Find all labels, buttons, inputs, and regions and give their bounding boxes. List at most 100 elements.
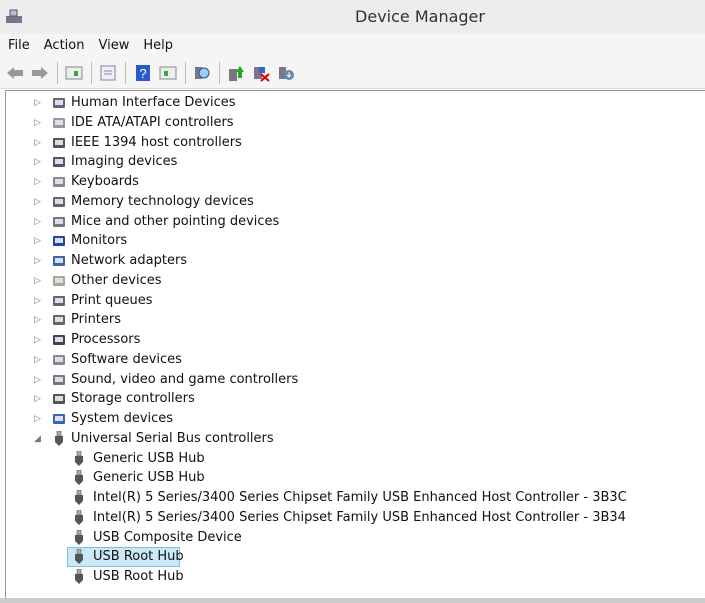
usb-device-item[interactable]: Intel(R) 5 Series/3400 Series Chipset Fa… <box>6 488 696 508</box>
uninstall-icon[interactable] <box>252 64 270 82</box>
tree-category[interactable]: ▷ Other devices <box>6 271 696 291</box>
usb-device-item[interactable]: Generic USB Hub <box>6 449 696 469</box>
expand-arrow-icon[interactable]: ▷ <box>34 138 44 148</box>
tree-category-label: Processors <box>71 332 141 347</box>
tree-category[interactable]: ▷ Keyboards <box>6 172 696 192</box>
svg-text:?: ? <box>139 66 146 81</box>
memory-icon <box>51 194 67 210</box>
firewire-icon <box>51 135 67 151</box>
ide-icon <box>51 115 67 131</box>
usb-device-label: USB Root Hub <box>93 549 184 565</box>
system-icon <box>51 411 67 427</box>
expand-arrow-icon[interactable]: ▷ <box>34 217 44 227</box>
toolbar: ? <box>0 58 705 89</box>
tree-category-label: Memory technology devices <box>71 193 254 209</box>
tree-category[interactable]: ▷ Software devices <box>6 350 696 370</box>
usb-device-item[interactable]: Intel(R) 5 Series/3400 Series Chipset Fa… <box>6 508 696 528</box>
menu-action[interactable]: Action <box>38 34 91 58</box>
usb-device-label: Intel(R) 5 Series/3400 Series Chipset Fa… <box>93 490 627 505</box>
usb-device-label: Generic USB Hub <box>93 470 205 486</box>
expand-arrow-icon[interactable]: ▷ <box>34 355 44 365</box>
show-hide-console-tree-icon[interactable] <box>65 64 83 82</box>
expand-arrow-icon[interactable]: ▷ <box>34 414 44 424</box>
tree-category-label: Network adapters <box>71 253 188 268</box>
tree-category[interactable]: ◢ Universal Serial Bus controllers <box>6 429 696 449</box>
expand-arrow-icon[interactable]: ▷ <box>34 157 44 167</box>
expand-arrow-icon[interactable]: ▷ <box>34 236 44 246</box>
update-driver-icon[interactable] <box>227 64 245 82</box>
scan-hardware-icon[interactable] <box>193 64 211 82</box>
tree-category-label: Mice and other pointing devices <box>71 213 280 229</box>
tree-category[interactable]: ▷ IDE ATA/ATAPI controllers <box>6 113 696 133</box>
expand-arrow-icon[interactable]: ▷ <box>34 296 44 306</box>
expand-arrow-icon[interactable]: ▷ <box>34 375 44 385</box>
tree-category[interactable]: ▷ Sound, video and game controllers <box>6 370 696 390</box>
tree-category-label: IDE ATA/ATAPI controllers <box>71 114 234 130</box>
speaker-icon <box>51 372 67 388</box>
usb-icon <box>71 548 87 565</box>
expand-arrow-icon[interactable]: ▷ <box>34 276 44 286</box>
tree-category[interactable]: ▷ Printers <box>6 310 696 330</box>
tree-category-label: Human Interface Devices <box>71 95 236 110</box>
tree-category[interactable]: ▷ IEEE 1394 host controllers <box>6 133 696 153</box>
status-bar <box>0 598 705 603</box>
expand-arrow-icon[interactable]: ▷ <box>34 256 44 266</box>
help-icon[interactable]: ? <box>134 64 152 82</box>
usb-icon <box>71 568 87 585</box>
usb-device-item[interactable]: USB Composite Device <box>6 528 696 548</box>
tree-category[interactable]: ▷ Mice and other pointing devices <box>6 212 696 232</box>
collapse-arrow-icon[interactable]: ◢ <box>34 434 44 444</box>
forward-icon[interactable] <box>31 64 49 82</box>
tree-category-label: Keyboards <box>71 174 139 189</box>
mouse-icon <box>51 214 67 230</box>
tree-category[interactable]: ▷ Imaging devices <box>6 152 696 172</box>
menu-view[interactable]: View <box>92 34 135 58</box>
usb-icon <box>71 450 87 467</box>
expand-arrow-icon[interactable]: ▷ <box>34 118 44 128</box>
properties-icon[interactable] <box>99 64 117 82</box>
tree-category[interactable]: ▷ Storage controllers <box>6 389 696 409</box>
tree-category-label: Universal Serial Bus controllers <box>71 430 274 446</box>
usb-device-item[interactable]: Generic USB Hub <box>6 468 696 488</box>
tree-category-label: System devices <box>71 411 174 426</box>
expand-arrow-icon[interactable]: ▷ <box>34 177 44 187</box>
disable-icon[interactable] <box>277 64 295 82</box>
camera-icon <box>51 154 67 170</box>
tree-category[interactable]: ▷ Human Interface Devices <box>6 93 696 113</box>
expand-arrow-icon[interactable]: ▷ <box>34 98 44 108</box>
expand-arrow-icon[interactable]: ▷ <box>34 335 44 345</box>
network-icon <box>51 253 67 269</box>
tree-category[interactable]: ▷ System devices <box>6 409 696 429</box>
usb-device-item[interactable]: USB Root Hub <box>6 547 696 568</box>
expand-arrow-icon[interactable]: ▷ <box>34 394 44 404</box>
expand-arrow-icon[interactable]: ▷ <box>34 315 44 325</box>
tree-category[interactable]: ▷ Memory technology devices <box>6 192 696 212</box>
title-bar: Device Manager <box>0 0 705 34</box>
show-action-pane-icon[interactable] <box>159 64 177 82</box>
monitor-icon <box>51 233 67 249</box>
usb-icon <box>71 469 87 486</box>
expand-arrow-icon[interactable]: ▷ <box>34 197 44 207</box>
device-tree[interactable]: ▷ Human Interface Devices ▷ IDE ATA/ATAPI c… <box>5 90 705 599</box>
tree-category[interactable]: ▷ Print queues <box>6 291 696 311</box>
usb-device-label: Generic USB Hub <box>93 450 205 466</box>
menu-file[interactable]: File <box>2 34 36 58</box>
back-icon[interactable] <box>6 64 24 82</box>
usb-device-label: USB Composite Device <box>93 529 242 545</box>
printer-icon <box>51 312 67 328</box>
processor-icon <box>51 332 67 348</box>
tree-category[interactable]: ▷ Processors <box>6 330 696 350</box>
window-title: Device Manager <box>355 7 485 26</box>
tree-category[interactable]: ▷ Monitors <box>6 231 696 251</box>
tree-category-label: Software devices <box>71 351 182 367</box>
tree-category-label: Storage controllers <box>71 391 195 407</box>
usb-device-item[interactable]: USB Root Hub <box>6 567 696 587</box>
printer-icon <box>51 293 67 309</box>
tree-category[interactable]: ▷ Network adapters <box>6 251 696 271</box>
storage-icon <box>51 391 67 407</box>
tree-category-label: Sound, video and game controllers <box>71 371 299 387</box>
keyboard-icon <box>51 174 67 190</box>
menu-help[interactable]: Help <box>137 34 179 58</box>
unknown-device-icon <box>51 273 67 289</box>
menu-bar: File Action View Help <box>0 34 705 58</box>
